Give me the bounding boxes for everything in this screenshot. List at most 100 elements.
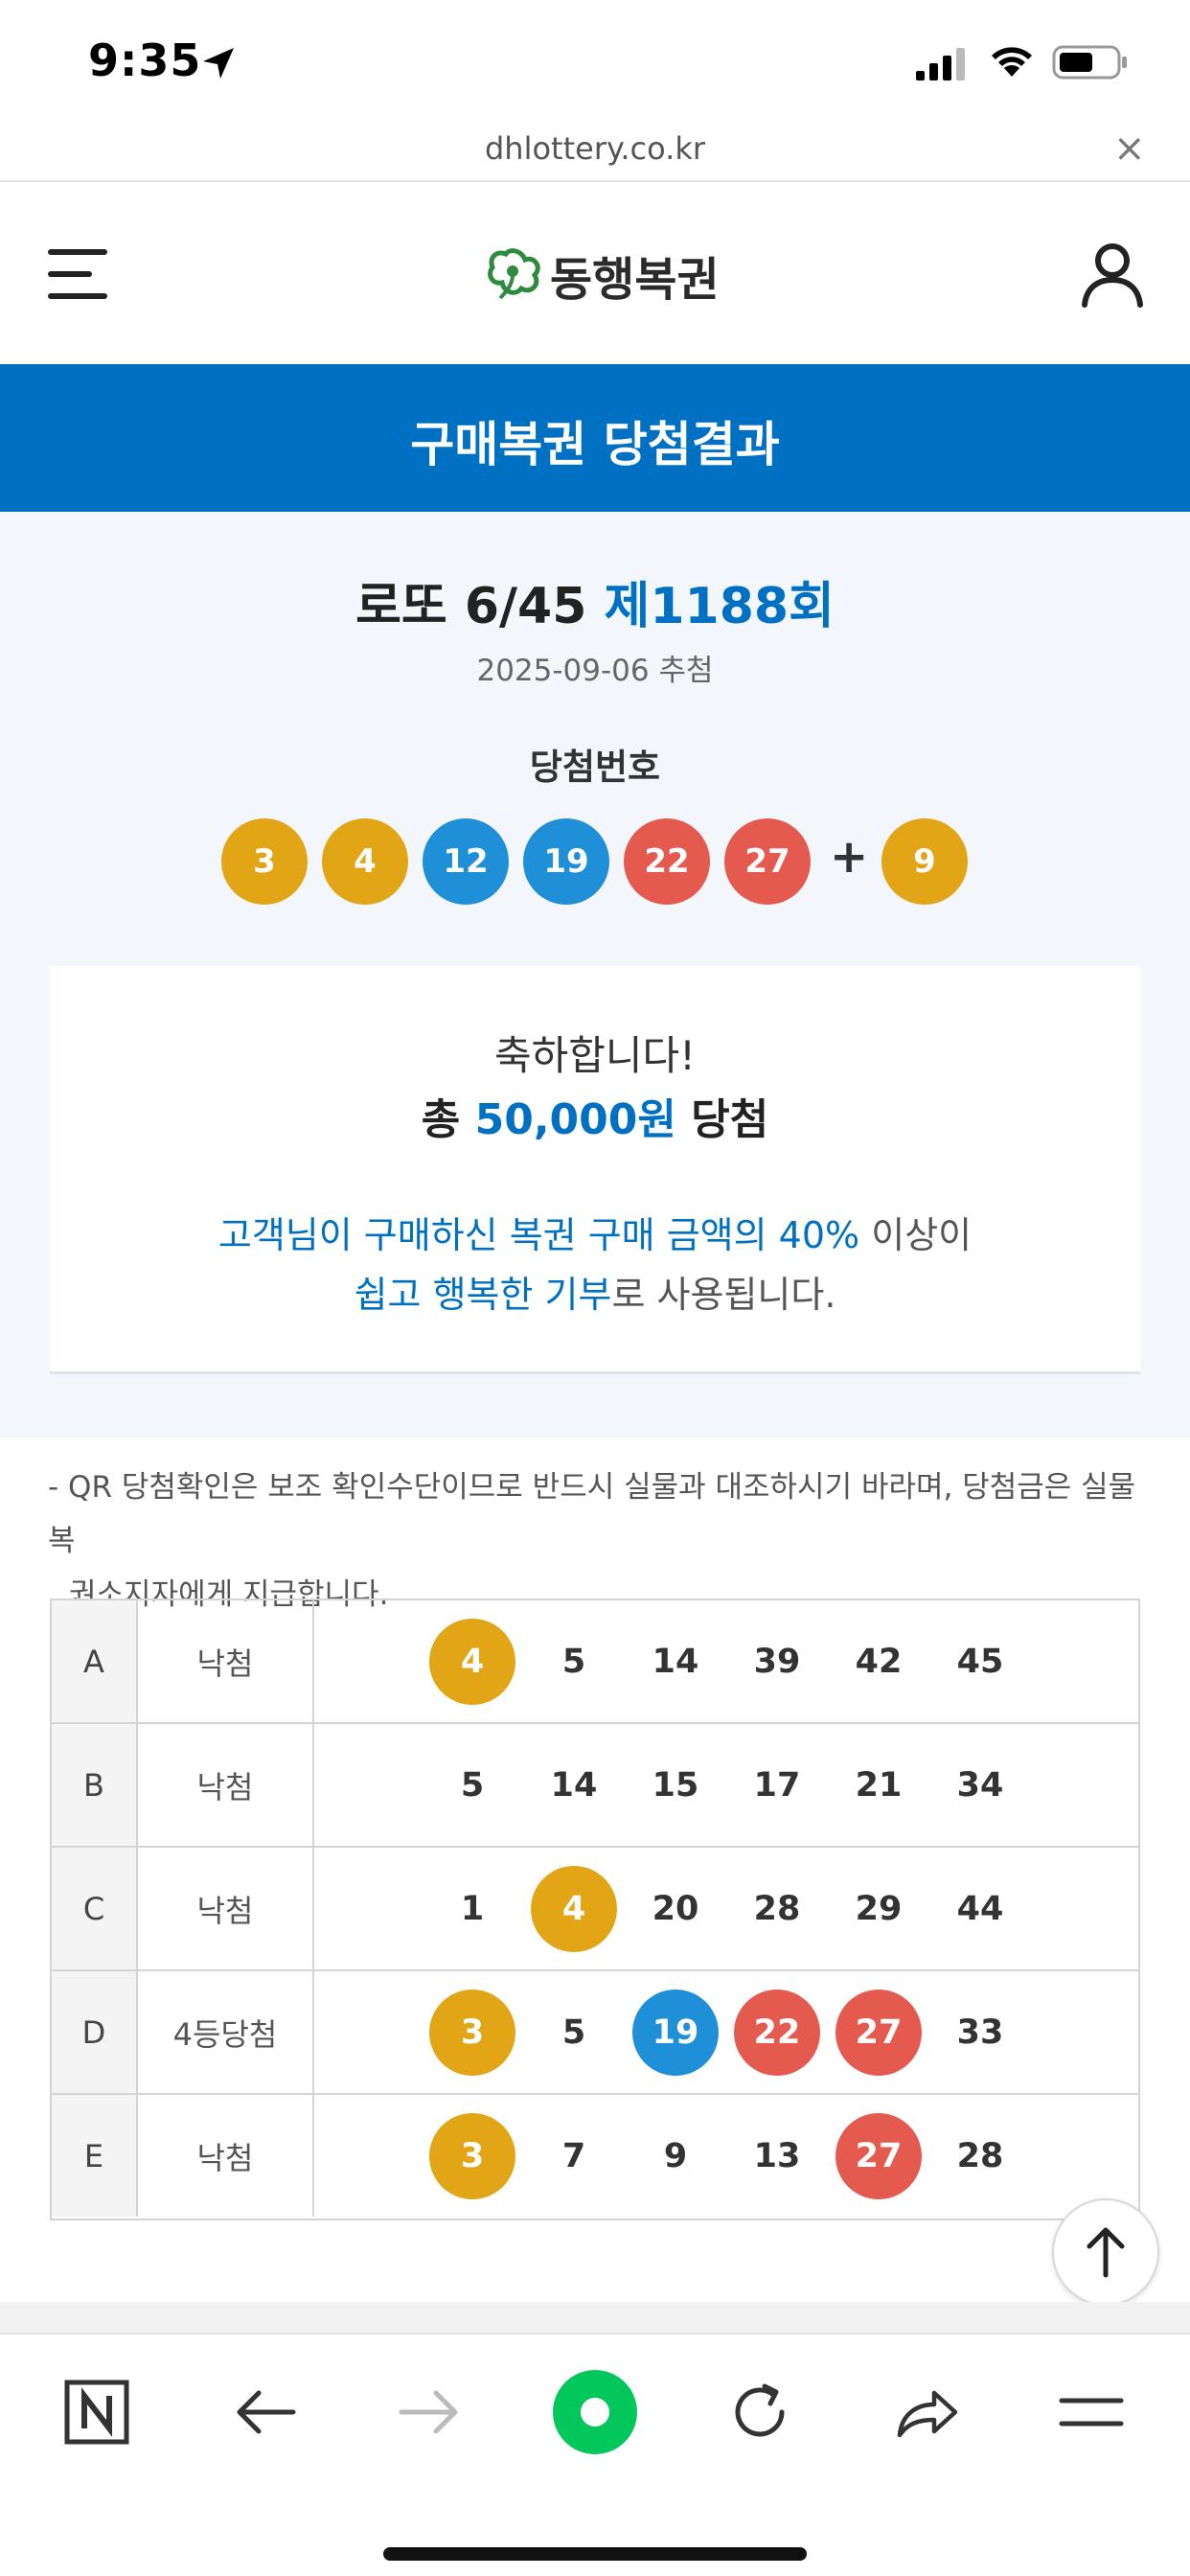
page-title: 구매복권 당첨결과 — [410, 417, 780, 472]
donation-highlight-2: 쉽고 행복한 기부 — [354, 1274, 612, 1316]
game-number: 4 — [429, 1619, 515, 1705]
game-number: 19 — [632, 1990, 719, 2076]
game-id: E — [52, 2095, 138, 2217]
game-number: 5 — [460, 1766, 485, 1805]
home-indicator — [383, 2547, 807, 2561]
game-id: C — [52, 1848, 138, 1969]
game-number: 44 — [956, 1890, 1004, 1928]
game-number: 42 — [855, 1643, 903, 1681]
congrats-card: 축하합니다! 총 50,000원 당첨 고객님이 구매하신 복권 구매 금액의 … — [50, 966, 1140, 1374]
game-result: 낙첨 — [138, 1600, 314, 1722]
status-time: 9:35 — [88, 34, 202, 86]
url-text[interactable]: dhlottery.co.kr — [0, 130, 1190, 167]
game-number: 7 — [561, 2137, 586, 2175]
game-number: 3 — [429, 2113, 515, 2199]
game-id: D — [52, 1971, 138, 2093]
game-number: 5 — [561, 1643, 586, 1681]
battery-icon — [1052, 45, 1127, 80]
share-icon[interactable] — [883, 2369, 970, 2455]
game-number: 27 — [835, 2113, 922, 2199]
forward-arrow-icon[interactable] — [386, 2369, 472, 2455]
reload-icon[interactable] — [717, 2369, 803, 2455]
close-icon[interactable]: × — [1113, 126, 1146, 171]
game-number: 39 — [753, 1643, 801, 1681]
site-header: 동행복권 — [0, 184, 1190, 364]
game-result: 4등당첨 — [138, 1971, 314, 2093]
notice-line-1: - QR 당첨확인은 보조 확인수단이므로 반드시 실물과 대조하시기 바라며,… — [48, 1470, 1136, 1558]
games-table: A 낙첨 4 5 14 39 42 45 B 낙첨 5 14 15 17 21 … — [50, 1598, 1140, 2220]
table-row: D 4등당첨 3 5 19 22 27 33 — [52, 1971, 1138, 2095]
donation-line-1: 고객님이 구매하신 복권 구매 금액의 40% 이상이 — [50, 1206, 1140, 1258]
game-number: 5 — [561, 2013, 586, 2052]
winning-ball: 4 — [322, 818, 408, 905]
total-suffix: 당첨 — [691, 1095, 769, 1144]
game-number: 29 — [855, 1890, 903, 1928]
game-number: 14 — [550, 1766, 598, 1805]
logo[interactable]: 동행복권 — [487, 242, 720, 309]
draw-round: 제1188회 — [604, 578, 835, 635]
game-number: 33 — [956, 2013, 1004, 2052]
game-number: 4 — [531, 1866, 617, 1952]
footer-strip — [0, 2302, 1190, 2333]
hamburger-menu-icon[interactable] — [48, 249, 107, 299]
game-number: 28 — [956, 2137, 1004, 2175]
winning-ball: 3 — [221, 818, 308, 905]
result-area: 로또 6/45 제1188회 2025-09-06 추첨 당첨번호 3 4 12… — [0, 512, 1190, 1438]
winning-ball: 12 — [423, 818, 509, 905]
draw-date: 2025-09-06 추첨 — [476, 654, 714, 688]
game-number: 15 — [652, 1766, 699, 1805]
total-prize: 총 50,000원 당첨 — [50, 1085, 1140, 1146]
green-dot-icon[interactable] — [552, 2369, 638, 2455]
scroll-top-button[interactable] — [1052, 2198, 1159, 2306]
game-result: 낙첨 — [138, 1724, 314, 1846]
game-result: 낙첨 — [138, 2095, 314, 2217]
donation-highlight-1: 고객님이 구매하신 복권 구매 금액의 40% — [217, 1214, 860, 1256]
table-row: C 낙첨 1 4 20 28 29 44 — [52, 1848, 1138, 1971]
location-arrow-icon — [203, 48, 234, 79]
game-number: 45 — [956, 1643, 1004, 1681]
table-row: E 낙첨 3 7 9 13 27 28 — [52, 2095, 1138, 2219]
game-id: A — [52, 1600, 138, 1722]
back-arrow-icon[interactable] — [222, 2369, 309, 2455]
winning-ball: 19 — [523, 818, 609, 905]
menu-icon[interactable] — [1048, 2369, 1134, 2455]
winning-numbers-label: 당첨번호 — [529, 747, 661, 788]
donation-text-1: 이상이 — [871, 1214, 973, 1256]
game-result: 낙첨 — [138, 1848, 314, 1969]
game-number: 27 — [835, 1990, 922, 2076]
user-icon[interactable] — [1079, 240, 1146, 309]
game-number: 13 — [753, 2137, 801, 2175]
game-number: 14 — [652, 1643, 699, 1681]
cellular-signal-icon — [916, 48, 965, 80]
game-number: 20 — [652, 1890, 699, 1928]
total-prefix: 총 — [421, 1095, 461, 1144]
congrats-message: 축하합니다! — [493, 1032, 697, 1079]
game-number: 17 — [753, 1766, 801, 1805]
donation-line-2: 쉽고 행복한 기부로 사용됩니다. — [50, 1265, 1140, 1318]
browser-toolbar — [0, 2333, 1190, 2576]
plus-sign: + — [830, 830, 869, 884]
game-numbers: 3 7 9 13 27 28 — [314, 2095, 1140, 2217]
url-bar[interactable]: dhlottery.co.kr × — [0, 125, 1190, 182]
table-row: A 낙첨 4 5 14 39 42 45 — [52, 1600, 1138, 1724]
status-bar: 9:35 — [0, 0, 1190, 125]
arrow-up-icon — [1087, 2227, 1125, 2278]
qr-notice: - QR 당첨확인은 보조 확인수단이므로 반드시 실물과 대조하시기 바라며,… — [48, 1460, 1150, 1622]
game-number: 9 — [663, 2137, 688, 2175]
game-name: 로또 6/45 — [355, 578, 587, 635]
game-numbers: 1 4 20 28 29 44 — [314, 1848, 1140, 1969]
draw-title: 로또 6/45 제1188회 — [0, 565, 1190, 637]
clover-logo-icon — [488, 248, 540, 300]
table-row: B 낙첨 5 14 15 17 21 34 — [52, 1724, 1138, 1848]
page-title-band: 구매복권 당첨결과 — [0, 364, 1190, 512]
logo-text: 동행복권 — [550, 253, 720, 307]
game-numbers: 3 5 19 22 27 33 — [314, 1971, 1140, 2093]
winning-numbers: 3 4 12 19 22 27 + 9 — [0, 818, 1190, 907]
game-numbers: 4 5 14 39 42 45 — [314, 1600, 1140, 1722]
donation-text-2: 로 사용됩니다. — [611, 1274, 836, 1316]
game-number: 1 — [460, 1890, 485, 1928]
game-id: B — [52, 1724, 138, 1846]
winning-ball: 22 — [624, 818, 710, 905]
naver-n-icon[interactable] — [54, 2369, 140, 2455]
game-number: 28 — [753, 1890, 801, 1928]
